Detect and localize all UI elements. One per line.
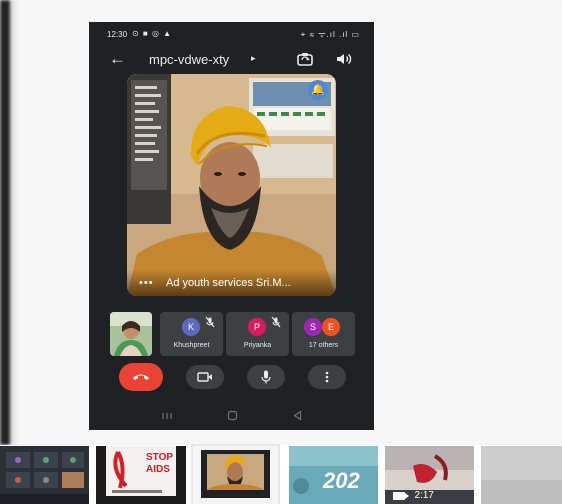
- thumbnail-image: [193, 446, 278, 504]
- more-dots-icon: •••: [139, 277, 154, 289]
- meeting-code[interactable]: mpc-vdwe-xty: [149, 52, 229, 67]
- camera-icon: [197, 372, 212, 382]
- background-left-gutter: [10, 0, 16, 445]
- avatar: K: [182, 318, 200, 336]
- video-duration: 2:17: [414, 490, 434, 501]
- switch-camera-icon[interactable]: [294, 48, 316, 70]
- participant-tile-others[interactable]: S E 17 others: [292, 312, 355, 356]
- avatar: E: [322, 318, 340, 336]
- thumbnail-image: [0, 446, 89, 504]
- self-video-tile[interactable]: [110, 312, 152, 356]
- avatar: P: [248, 318, 266, 336]
- microphone-icon: [261, 370, 271, 384]
- thumbnail-2022[interactable]: 202: [289, 446, 378, 504]
- thumbnail-image: 202: [289, 446, 378, 504]
- thumbnail-image: STOP AIDS: [96, 446, 186, 504]
- avatar: S: [304, 318, 322, 336]
- video-camera-icon: [393, 492, 405, 500]
- recent-apps-icon[interactable]: [161, 411, 173, 421]
- aids-text: AIDS: [146, 464, 170, 475]
- home-icon[interactable]: [227, 410, 238, 421]
- end-call-button[interactable]: [119, 363, 163, 391]
- stop-text: STOP: [146, 452, 173, 463]
- self-video-image: [110, 312, 152, 356]
- participant-name: 17 others: [308, 342, 339, 349]
- participant-name: Priyanka: [243, 342, 272, 349]
- signal-battery-icons: ⌖ ≋ ᯤ.ıl .ıl ▭: [300, 30, 360, 39]
- back-arrow-icon[interactable]: ←: [109, 50, 126, 67]
- camera-button[interactable]: [186, 365, 224, 389]
- phone-call-screenshot: 12:30 ⊙ ■ ◎ ▲ ⌖ ≋ ᯤ.ıl .ıl ▭ ← mpc-vdwe-…: [89, 22, 374, 430]
- year-text: 202: [322, 468, 360, 493]
- hang-up-icon: [133, 374, 149, 380]
- microphone-button[interactable]: [247, 365, 285, 389]
- background-left-bar: [0, 0, 10, 445]
- more-options-button[interactable]: [308, 365, 346, 389]
- caret-right-icon[interactable]: ▸: [251, 53, 256, 64]
- thumbnail-stop-aids[interactable]: STOP AIDS: [96, 446, 186, 504]
- mic-off-icon: [271, 316, 281, 328]
- main-participant-video[interactable]: 🔔 ••• Ad youth services Sri.M...: [127, 74, 336, 296]
- participant-tile-khushpreet[interactable]: K Khushpreet: [160, 312, 223, 356]
- mic-off-icon: [205, 316, 215, 328]
- call-controls: [89, 363, 374, 391]
- status-time: 12:30: [107, 30, 128, 39]
- thumbnail-image: [481, 446, 562, 504]
- speaker-name-bar: ••• Ad youth services Sri.M...: [127, 270, 336, 296]
- speaker-icon[interactable]: [332, 48, 354, 70]
- thumbnail-video-grid[interactable]: [0, 446, 89, 504]
- nav-back-icon[interactable]: [292, 410, 303, 421]
- participant-tile-priyanka[interactable]: P Priyanka: [226, 312, 289, 356]
- notification-icons: ⊙ ■ ◎ ▲: [132, 29, 173, 38]
- status-bar: 12:30 ⊙ ■ ◎ ▲ ⌖ ≋ ᯤ.ıl .ıl ▭: [89, 22, 374, 44]
- more-vertical-icon: [325, 371, 329, 383]
- notification-bell-icon[interactable]: 🔔: [308, 80, 328, 100]
- thumbnail-strip: STOP AIDS 202 2:17: [0, 444, 562, 504]
- speaker-name: Ad youth services Sri.M...: [166, 277, 291, 289]
- thumbnail-video-clip[interactable]: 2:17: [385, 446, 474, 504]
- thumbnail-blank[interactable]: [481, 446, 562, 504]
- video-frame-image: [127, 74, 336, 296]
- call-top-bar: ← mpc-vdwe-xty ▸: [89, 44, 374, 74]
- android-nav-bar: [89, 407, 374, 427]
- video-camera-lens-icon: [405, 493, 409, 499]
- thumbnail-current-call[interactable]: [191, 444, 280, 504]
- participant-tiles: K Khushpreet P Priyanka S E 17 others: [110, 312, 355, 356]
- participant-name: Khushpreet: [173, 342, 210, 349]
